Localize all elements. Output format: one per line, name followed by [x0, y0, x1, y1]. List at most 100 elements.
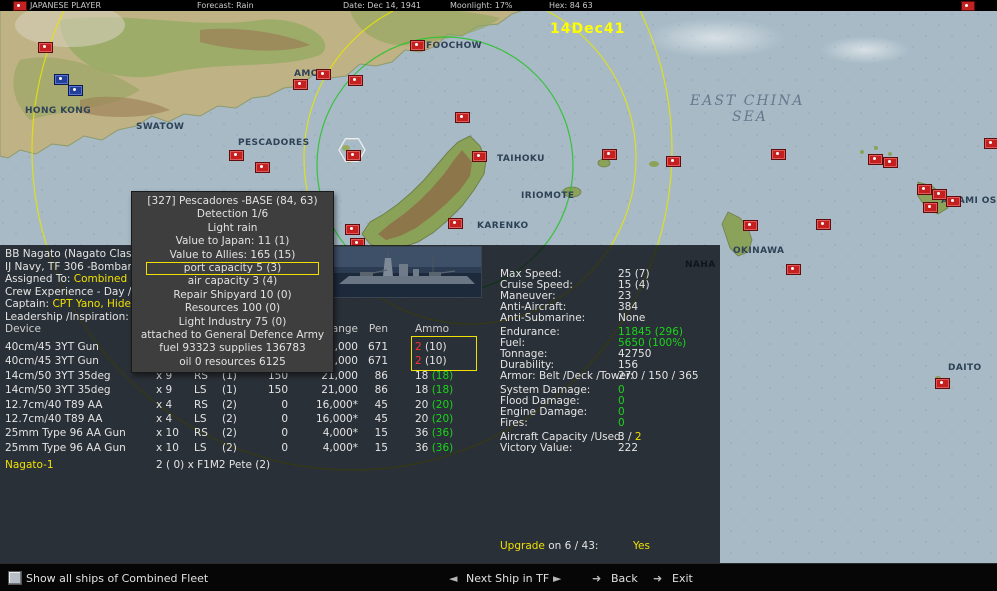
device-row: 12.7cm/40 T89 AA x 4 RS (2) 0 16,000* 45 20 (20… [0, 399, 500, 413]
upgrade-value: Yes [633, 540, 650, 552]
stat-label: Fires: [500, 417, 528, 429]
device-ammo: 36 (36) [415, 442, 485, 454]
map-label-pescadores: PESCADORES [238, 138, 310, 148]
japanese-unit-icon[interactable] [883, 157, 898, 168]
device-range: 16,000* [316, 398, 358, 411]
device-range: 4,000* [322, 441, 358, 454]
next-ship-icon[interactable]: ► [553, 572, 561, 585]
stat-row: Armor: Belt /Deck /Tower: 270 / 150 / 365 [500, 370, 720, 382]
device-acc: (1) [222, 384, 237, 397]
game-screen: HONG KONG SWATOW AMOY FOOCHOW PESCADORES TAIH… [0, 0, 997, 591]
japanese-unit-icon[interactable] [410, 40, 425, 51]
stat-row: Flood Damage: 0 [500, 395, 720, 407]
ammo-current: 20 [415, 398, 429, 411]
japanese-unit-icon[interactable] [346, 150, 361, 161]
ammo-max: (18) [428, 384, 454, 397]
sea-name-line2: SEA [732, 109, 768, 125]
japanese-unit-icon[interactable] [602, 149, 617, 160]
tooltip-line: attached to General Defence Army [140, 329, 325, 342]
japanese-unit-icon[interactable] [816, 219, 831, 230]
japanese-unit-icon[interactable] [293, 79, 308, 90]
device-armor: 0 [281, 413, 288, 425]
next-ship-label[interactable]: Next Ship in TF [466, 572, 549, 585]
device-number: x 10 [156, 441, 179, 454]
stat-row: Durability: 156 [500, 359, 720, 371]
japan-flag-icon [961, 1, 975, 11]
map-label-daito: DAITO [948, 363, 982, 373]
stat-row: Aircraft Capacity /Used: 3 / 2 [500, 431, 720, 443]
japanese-unit-icon[interactable] [255, 162, 270, 173]
device-acc: (2) [222, 413, 237, 425]
japanese-unit-icon[interactable] [932, 189, 947, 200]
ammo-current: 36 [415, 441, 429, 454]
japanese-unit-icon[interactable] [348, 75, 363, 86]
japanese-unit-icon[interactable] [229, 150, 244, 161]
japanese-unit-icon[interactable] [345, 224, 360, 235]
stat-value: None [618, 312, 646, 324]
japanese-unit-icon[interactable] [38, 42, 53, 53]
upgrade-line: Upgrade on 6 / 43: Yes [500, 540, 720, 552]
aircraft-squadron-name[interactable]: Nagato-1 [5, 459, 54, 471]
allied-unit-icon[interactable] [54, 74, 69, 85]
device-pen: 45 [374, 413, 388, 425]
stat-row: Endurance: 11845 (296) [500, 326, 720, 338]
aircraft-detail: 2 ( 0) x F1M2 Pete (2) [156, 459, 271, 471]
tooltip-line: Detection 1/6 [196, 208, 269, 221]
exit-arrow-icon[interactable]: ➜ [653, 572, 662, 585]
device-range: 4,000* [322, 427, 358, 440]
device-pen: 15 [374, 427, 388, 440]
device-armor: 0 [281, 441, 288, 454]
japanese-unit-icon[interactable] [743, 220, 758, 231]
moonlight-label: Moonlight: 17% [450, 1, 513, 10]
japanese-unit-icon[interactable] [868, 154, 883, 165]
back-arrow-icon[interactable]: ➜ [592, 572, 601, 585]
japanese-unit-icon[interactable] [472, 151, 487, 162]
japanese-unit-icon[interactable] [666, 156, 681, 167]
sea-name-line1: EAST CHINA [690, 93, 805, 109]
tooltip-line: [327] Pescadores -BASE (84, 63) [147, 195, 318, 207]
tooltip-line: oil 0 resources 6125 [179, 355, 286, 368]
stat-value: 0 [618, 417, 625, 429]
device-ammo: 20 (20) [415, 399, 485, 411]
tooltip-line: Light Industry 75 (0) [178, 315, 287, 328]
show-all-ships-label[interactable]: Show all ships of Combined Fleet [26, 572, 208, 585]
device-row: 25mm Type 96 AA Gun x 10 RS (2) 0 4,000* 15 36 … [0, 427, 500, 441]
exit-button[interactable]: Exit [672, 572, 693, 585]
tooltip-line: air capacity 3 (4) [187, 275, 278, 288]
japanese-unit-icon[interactable] [935, 378, 950, 389]
device-pen: 671 [367, 341, 388, 353]
japanese-unit-icon[interactable] [786, 264, 801, 275]
japanese-unit-icon[interactable] [946, 196, 961, 207]
japanese-unit-icon[interactable] [316, 69, 331, 80]
device-arc: LS [194, 413, 207, 425]
device-name: 25mm Type 96 AA Gun [5, 441, 126, 454]
device-number: x 4 [156, 398, 173, 411]
japanese-unit-icon[interactable] [917, 184, 932, 195]
prev-ship-icon[interactable]: ◄ [449, 572, 457, 585]
allied-unit-icon[interactable] [68, 85, 83, 96]
japanese-unit-icon[interactable] [771, 149, 786, 160]
japanese-unit-icon[interactable] [923, 202, 938, 213]
device-range: 21,000 [321, 384, 358, 397]
device-armor: 0 [281, 427, 288, 440]
japanese-unit-icon[interactable] [448, 218, 463, 229]
show-all-ships-checkbox[interactable] [8, 571, 22, 585]
upgrade-label[interactable]: Upgrade [500, 540, 545, 552]
ammo-max: (36) [428, 427, 454, 440]
ammo-current: 18 [415, 369, 429, 382]
ammo-max: (36) [428, 441, 454, 454]
japanese-unit-icon[interactable] [455, 112, 470, 123]
device-acc: (2) [222, 427, 237, 440]
top-status-bar: JAPANESE PLAYER Forecast: Rain Date: Dec… [0, 0, 997, 11]
device-ammo: 20 (20) [415, 413, 485, 425]
ammo-max: (20) [428, 413, 454, 425]
stat-value: 222 [618, 442, 639, 454]
japanese-unit-icon[interactable] [984, 138, 997, 149]
back-button[interactable]: Back [611, 572, 638, 585]
ammo-current: 36 [415, 427, 429, 440]
map-label-foochow: FOOCHOW [426, 41, 482, 51]
ammo-current: 18 [415, 384, 429, 397]
stat-row: Cruise Speed: 15 (4) [500, 279, 720, 291]
bottom-action-bar: Show all ships of Combined Fleet ◄ Next … [0, 563, 997, 591]
ammo-current: 20 [415, 413, 429, 425]
